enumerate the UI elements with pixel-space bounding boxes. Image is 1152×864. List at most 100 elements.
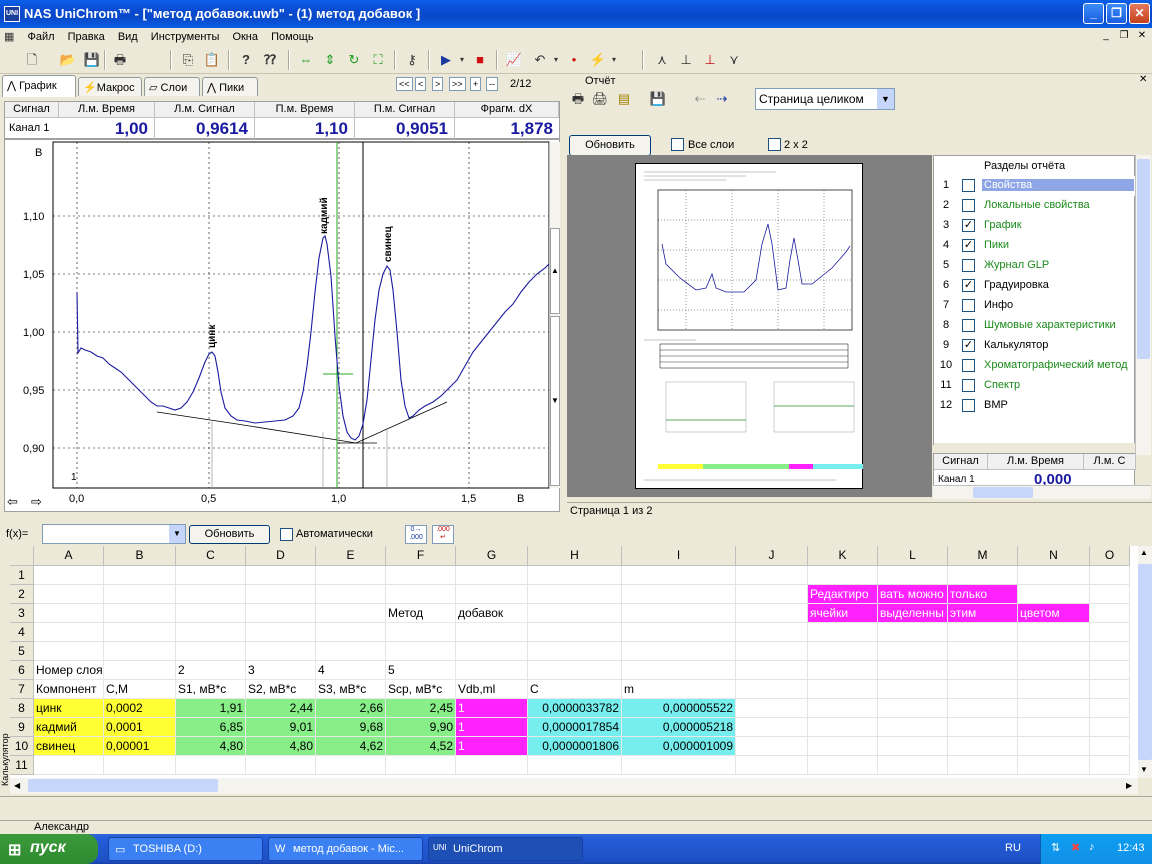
grid-cell[interactable]	[1018, 623, 1090, 642]
draw-graph-icon[interactable]: 📈	[504, 50, 524, 70]
grid-cell[interactable]	[808, 680, 878, 699]
grid-cell[interactable]	[528, 566, 622, 585]
peak-tool-4-icon[interactable]: ⋎	[724, 50, 744, 70]
save-icon[interactable]: 💾	[82, 50, 102, 70]
cell-f3[interactable]: Метод	[386, 604, 456, 623]
section-checkbox[interactable]: ✓	[962, 279, 975, 292]
vertical-scrollbar[interactable]: ▲ ▼	[549, 142, 560, 488]
mini-horizontal-scrollbar[interactable]	[933, 485, 1151, 499]
nav-first-button[interactable]: <<	[396, 77, 413, 91]
grid-cell[interactable]	[736, 699, 808, 718]
grid-cell[interactable]	[34, 642, 104, 661]
scroll-right-icon[interactable]: ⇨	[31, 494, 42, 509]
prev-page-icon[interactable]: ⇠	[691, 89, 709, 109]
section-row[interactable]: 4 ✓ Пики	[934, 236, 1136, 256]
security-icon[interactable]: ✖	[1071, 841, 1080, 854]
tab-layers[interactable]: ▱ Слои	[144, 77, 200, 96]
cell-f8[interactable]: 2,45	[386, 699, 456, 718]
section-row[interactable]: 2 Локальные свойства	[934, 196, 1136, 216]
peak-tool-2-icon[interactable]: ⊥	[676, 50, 696, 70]
grid-cell[interactable]	[622, 642, 736, 661]
column-header[interactable]: B	[104, 546, 176, 566]
grid-cell[interactable]	[1090, 566, 1130, 585]
mdi-restore-icon[interactable]: ❐	[1116, 29, 1132, 43]
grid-cell[interactable]	[1018, 718, 1090, 737]
formula-input[interactable]: ▼	[42, 524, 186, 544]
grid-cell[interactable]	[1090, 604, 1130, 623]
menu-tools[interactable]: Инструменты	[147, 29, 226, 43]
cell-f10[interactable]: 4,52	[386, 737, 456, 756]
cell-h7[interactable]: C	[528, 680, 622, 699]
new-file-icon[interactable]: 🗋	[22, 50, 42, 70]
cell-c9[interactable]: 6,85	[176, 718, 246, 737]
cell-i7[interactable]: m	[622, 680, 736, 699]
grid-2x2-checkbox[interactable]	[768, 138, 781, 151]
cell-b10[interactable]: 0,00001	[104, 737, 176, 756]
column-header[interactable]: E	[316, 546, 386, 566]
grid-cell[interactable]	[456, 661, 528, 680]
grid-cell[interactable]	[878, 642, 948, 661]
grid-cell[interactable]	[736, 566, 808, 585]
grid-cell[interactable]	[622, 566, 736, 585]
cell-f6[interactable]: 5	[386, 661, 456, 680]
sections-scrollbar[interactable]	[1135, 155, 1151, 455]
task-word-document[interactable]: W метод добавок - Mic...	[268, 837, 423, 861]
grid-cell[interactable]	[1018, 642, 1090, 661]
grid-cell[interactable]	[104, 566, 176, 585]
report-refresh-button[interactable]: Обновить	[569, 135, 651, 156]
grid-cell[interactable]	[528, 661, 622, 680]
column-header[interactable]: A	[34, 546, 104, 566]
cell-i10[interactable]: 0,000001009	[622, 737, 736, 756]
sheet-scroll-up-icon[interactable]: ▲	[1140, 548, 1148, 557]
grid-cell[interactable]	[176, 642, 246, 661]
row-header[interactable]: 1	[10, 566, 34, 585]
sheet-vscroll-thumb[interactable]	[1138, 564, 1152, 760]
cell-c6[interactable]: 2	[176, 661, 246, 680]
column-header[interactable]: F	[386, 546, 456, 566]
print-icon[interactable]: 🖶	[110, 50, 130, 70]
help-icon[interactable]: ?	[236, 50, 256, 70]
play-dropdown-icon[interactable]: ▾	[452, 50, 472, 70]
grid-cell[interactable]	[878, 623, 948, 642]
cell-a8[interactable]: цинк	[34, 699, 104, 718]
grid-cell[interactable]	[622, 604, 736, 623]
mdi-app-icon[interactable]: ▦	[0, 28, 20, 43]
vertical-fit-icon[interactable]: ⇕	[320, 50, 340, 70]
grid-cell[interactable]	[808, 718, 878, 737]
cell-d6[interactable]: 3	[246, 661, 316, 680]
clock[interactable]: 12:43	[1117, 842, 1145, 854]
section-row[interactable]: 1 Свойства	[934, 176, 1136, 196]
sheet-scroll-left-icon[interactable]: ◀	[14, 781, 20, 790]
nav-last-button[interactable]: >>	[449, 77, 466, 91]
language-indicator[interactable]: RU	[1005, 842, 1021, 854]
menu-edit[interactable]: Правка	[64, 29, 111, 43]
section-checkbox[interactable]	[962, 259, 975, 272]
cell-i8[interactable]: 0,000005522	[622, 699, 736, 718]
grid-cell[interactable]	[528, 585, 622, 604]
grid-cell[interactable]	[456, 642, 528, 661]
mini-scroll-thumb[interactable]	[973, 487, 1033, 498]
grid-cell[interactable]	[176, 566, 246, 585]
grid-cell[interactable]	[456, 566, 528, 585]
grid-cell[interactable]	[176, 604, 246, 623]
cell-l3[interactable]: выделенны	[878, 604, 948, 623]
grid-cell[interactable]	[1018, 699, 1090, 718]
grid-cell[interactable]	[456, 585, 528, 604]
sheet-vertical-scrollbar[interactable]: ▲ ▼	[1138, 546, 1152, 778]
all-layers-checkbox[interactable]	[671, 138, 684, 151]
formula-refresh-button[interactable]: Обновить	[189, 525, 270, 544]
tab-graph[interactable]: ⋀ График	[2, 75, 76, 97]
row-header[interactable]: 5	[10, 642, 34, 661]
context-help-icon[interactable]: ⁇	[260, 50, 280, 70]
grid-cell[interactable]	[878, 680, 948, 699]
grid-cell[interactable]	[386, 566, 456, 585]
grid-cell[interactable]	[246, 604, 316, 623]
row-header[interactable]: 7	[10, 680, 34, 699]
print-report-icon[interactable]: 🖶	[569, 89, 587, 109]
menu-help[interactable]: Помощь	[267, 29, 320, 43]
page-view-select[interactable]: Страница целиком ▼	[755, 88, 895, 110]
save-report-icon[interactable]: 💾	[649, 89, 667, 109]
chromatogram-graph[interactable]: цинк кадмий свинец В 1,10 1,05 1,00 0,95…	[4, 139, 560, 512]
grid-cell[interactable]	[948, 566, 1018, 585]
cell-g7[interactable]: Vdb,ml	[456, 680, 528, 699]
